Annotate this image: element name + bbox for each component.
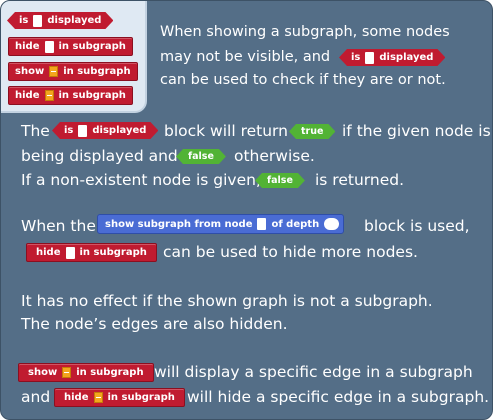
block-label: in subgraph <box>107 392 175 403</box>
p2-can-be-used: can be used to hide more nodes. <box>163 243 418 261</box>
p1-is-returned: is returned. <box>315 171 405 189</box>
block-label: show <box>28 367 58 378</box>
p2-block-is-used: block is used, <box>364 217 470 235</box>
edge-slot <box>93 392 103 403</box>
p1-nonexistent: If a non-existent node is given, <box>21 171 261 189</box>
p3-line-1: It has no effect if the shown graph is n… <box>21 292 433 310</box>
p1-otherwise: otherwise. <box>234 147 315 165</box>
intro-line-1: When showing a subgraph, some nodes <box>160 24 450 40</box>
block-label: displayed <box>92 125 147 136</box>
block-label: show <box>15 66 45 77</box>
p4-line-1: will display a specific edge in a subgra… <box>154 363 473 381</box>
is-displayed-block: is displayed <box>52 122 158 139</box>
false-block: false <box>255 173 305 188</box>
hide-node-in-subgraph-block[interactable]: hide in subgraph <box>8 37 133 56</box>
p1-being-displayed: being displayed and <box>21 147 178 165</box>
edge-slot[interactable] <box>49 66 59 77</box>
block-label: show subgraph from node <box>105 218 253 230</box>
depth-slot <box>324 218 340 230</box>
show-edge-in-subgraph-block[interactable]: show in subgraph <box>8 62 138 81</box>
edge-slot[interactable] <box>44 90 54 101</box>
p1-block-will-return: block will return <box>164 122 288 140</box>
block-label: hide <box>15 90 40 101</box>
true-block: true <box>289 124 335 139</box>
hide-edge-in-subgraph-block: hide in subgraph <box>54 388 185 407</box>
block-palette: is displayed hide in subgraph show in su… <box>1 1 147 113</box>
p1-the: The <box>21 122 50 140</box>
block-label: hide <box>15 41 40 52</box>
node-slot[interactable] <box>44 40 54 53</box>
p3-line-2: The node’s edges are also hidden. <box>21 315 288 333</box>
block-label: is <box>351 52 361 63</box>
node-slot[interactable] <box>33 15 42 27</box>
block-label: displayed <box>47 15 102 26</box>
block-label: in subgraph <box>58 90 126 101</box>
node-slot <box>78 125 87 137</box>
show-edge-in-subgraph-block: show in subgraph <box>18 363 154 382</box>
hide-edge-in-subgraph-block[interactable]: hide in subgraph <box>8 86 133 105</box>
is-displayed-block[interactable]: is displayed <box>7 12 113 29</box>
block-label: is <box>64 125 74 136</box>
block-label: false <box>267 175 293 186</box>
node-slot <box>65 246 75 259</box>
block-label: is <box>19 15 29 26</box>
block-label: of depth <box>271 218 320 230</box>
intro-line-3: can be used to check if they are or not. <box>160 72 446 88</box>
block-label: in subgraph <box>79 247 147 258</box>
block-label: hide <box>36 247 61 258</box>
node-slot <box>257 218 267 230</box>
block-label: in subgraph <box>76 367 144 378</box>
intro-line-2: may not be visible, and <box>160 49 331 65</box>
block-label: false <box>188 151 214 162</box>
block-label: in subgraph <box>63 66 131 77</box>
node-slot <box>365 52 374 64</box>
block-label: hide <box>64 392 89 403</box>
p4-and: and <box>21 388 51 406</box>
p1-if-given: if the given node is <box>342 122 491 140</box>
block-label: true <box>301 126 324 137</box>
block-label: in subgraph <box>58 41 126 52</box>
block-label: displayed <box>379 52 434 63</box>
p4-line-2: will hide a specific edge in a subgraph. <box>187 388 490 406</box>
hide-node-in-subgraph-block: hide in subgraph <box>26 243 157 262</box>
false-block: false <box>176 149 226 164</box>
show-subgraph-block: show subgraph from node of depth <box>97 214 345 234</box>
help-panel: is displayed hide in subgraph show in su… <box>0 0 493 420</box>
is-displayed-block: is displayed <box>339 49 445 66</box>
p2-when-the: When the <box>21 217 96 235</box>
edge-slot <box>62 367 72 378</box>
